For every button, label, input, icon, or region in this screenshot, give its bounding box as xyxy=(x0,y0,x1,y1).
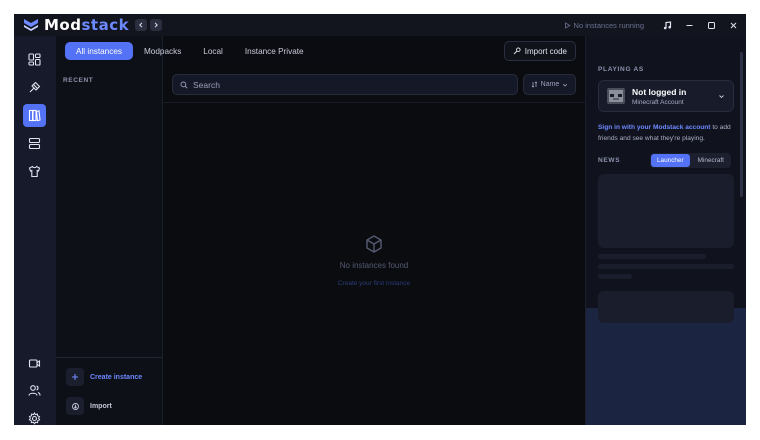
close-icon xyxy=(730,22,736,28)
empty-title: No instances found xyxy=(339,261,409,270)
signin-link[interactable]: Sign in with your Modstack account xyxy=(598,124,710,131)
app-name: Modstack xyxy=(44,14,129,36)
rail-home-button[interactable] xyxy=(23,48,46,71)
users-icon xyxy=(28,385,41,396)
right-panel-footer xyxy=(586,308,746,425)
logo-icon xyxy=(24,19,38,31)
account-name: Not logged in xyxy=(632,86,687,97)
import-icon xyxy=(71,402,79,410)
import-icon-box xyxy=(66,397,84,415)
news-source-toggle: Launcher Minecraft xyxy=(650,153,731,168)
library-icon xyxy=(28,109,41,122)
close-button[interactable] xyxy=(722,14,744,36)
tab-instance-private[interactable]: Instance Private xyxy=(234,42,315,60)
news-tab-launcher[interactable]: Launcher xyxy=(651,154,690,167)
right-panel: PLAYING AS Not logged in Minecraft Accou… xyxy=(585,36,746,425)
import-code-label: Import code xyxy=(524,46,567,56)
news-tab-minecraft[interactable]: Minecraft xyxy=(692,154,730,167)
gear-icon xyxy=(28,412,41,425)
title-bar-controls: No instances running xyxy=(564,14,746,36)
recent-label: RECENT xyxy=(63,77,94,84)
import-button[interactable]: Import xyxy=(66,397,112,415)
main-divider xyxy=(163,102,585,103)
video-camera-icon xyxy=(28,359,41,368)
search-input[interactable] xyxy=(193,79,493,90)
key-icon xyxy=(513,47,521,55)
cube-icon xyxy=(366,235,382,253)
maximize-button[interactable] xyxy=(700,14,722,36)
news-line-placeholder xyxy=(598,254,706,259)
shirt-icon xyxy=(28,165,41,178)
playing-as-label: PLAYING AS xyxy=(598,66,644,73)
chevron-left-icon xyxy=(139,22,143,28)
news-card-placeholder xyxy=(598,174,734,248)
music-note-icon xyxy=(663,20,671,29)
sidebar-divider xyxy=(56,357,163,358)
history-nav xyxy=(135,19,163,31)
news-card-placeholder xyxy=(598,291,734,323)
news-label: NEWS xyxy=(598,157,621,164)
rail-servers-button[interactable] xyxy=(23,132,46,155)
sort-label: Name xyxy=(540,81,560,88)
app-name-prefix: Mod xyxy=(44,16,82,34)
search-box[interactable] xyxy=(172,74,518,95)
chevron-right-icon xyxy=(154,22,158,28)
dashboard-icon xyxy=(28,53,41,66)
rail-library-button[interactable] xyxy=(23,104,46,127)
rail-browse-button[interactable] xyxy=(23,76,46,99)
plus-icon xyxy=(72,374,78,380)
create-instance-label: Create instance xyxy=(90,373,143,381)
play-icon xyxy=(564,21,571,29)
compass-icon xyxy=(29,81,41,93)
nav-rail xyxy=(14,36,56,425)
rail-recording-button[interactable] xyxy=(23,352,46,375)
search-icon xyxy=(180,81,188,89)
sort-dropdown[interactable]: Name xyxy=(523,74,576,95)
tab-modpacks[interactable]: Modpacks xyxy=(133,42,192,60)
run-status: No instances running xyxy=(564,21,644,30)
right-panel-scrollbar[interactable] xyxy=(740,52,743,197)
app-logo: Modstack xyxy=(23,14,129,36)
empty-icon-wrap xyxy=(163,234,585,254)
sort-icon xyxy=(531,81,537,88)
instance-sidebar: RECENT Create instance Import xyxy=(56,36,163,425)
rail-skins-button[interactable] xyxy=(23,160,46,183)
create-first-instance-link[interactable]: Create your first instance xyxy=(163,280,585,287)
minimize-button[interactable] xyxy=(678,14,700,36)
news-line-placeholder xyxy=(598,264,734,269)
tab-all-instances[interactable]: All instances xyxy=(65,42,133,60)
music-button[interactable] xyxy=(656,14,678,36)
account-selector[interactable]: Not logged in Minecraft Account xyxy=(598,80,734,112)
create-icon-box xyxy=(66,368,84,386)
chevron-down-icon xyxy=(563,83,568,87)
empty-state: No instances found Create your first ins… xyxy=(163,234,585,287)
run-status-text: No instances running xyxy=(573,20,644,30)
signin-prompt: Sign in with your Modstack account to ad… xyxy=(598,123,740,144)
minimize-icon xyxy=(686,24,692,26)
maximize-icon xyxy=(707,21,715,29)
rail-settings-button[interactable] xyxy=(23,407,46,425)
create-instance-button[interactable]: Create instance xyxy=(66,368,142,386)
chevron-down-icon xyxy=(719,95,724,99)
server-icon xyxy=(28,137,41,150)
avatar xyxy=(607,88,625,104)
tab-local[interactable]: Local xyxy=(192,42,234,60)
instance-tabs: All instances Modpacks Local Instance Pr… xyxy=(56,36,585,66)
import-code-button[interactable]: Import code xyxy=(503,41,576,61)
title-bar: Modstack No instances running xyxy=(14,14,746,36)
import-label: Import xyxy=(90,402,112,410)
forward-button[interactable] xyxy=(150,19,163,31)
news-line-placeholder xyxy=(598,274,632,279)
account-text: Not logged in Minecraft Account xyxy=(632,87,686,106)
rail-friends-button[interactable] xyxy=(23,379,46,402)
account-type: Minecraft Account xyxy=(632,98,684,106)
back-button[interactable] xyxy=(135,19,148,31)
app-window: Modstack No instances running RECENT Cre… xyxy=(14,14,746,425)
instances-main: Name No instances found Create your firs… xyxy=(163,66,585,425)
app-name-suffix: stack xyxy=(81,16,130,34)
